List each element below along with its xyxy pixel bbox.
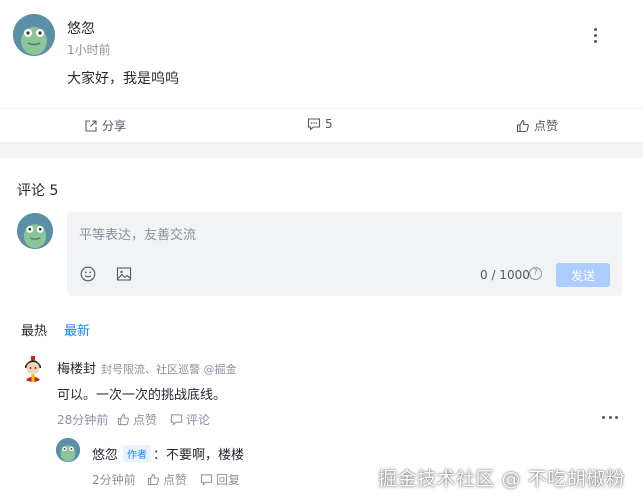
post-card: 悠忽 1小时前 大家好，我是呜呜 分享 5 点赞 [0,0,643,142]
char-counter: 0 / 1000 [480,268,530,282]
comment-icon [200,474,213,486]
commenter-badge: 封号限流、社区巡警 @掘金 [101,363,237,376]
share-button[interactable]: 分享 [84,117,126,134]
post-content: 大家好，我是呜呜 [67,71,179,87]
more-icon[interactable] [602,416,618,420]
section-separator [0,142,643,158]
comment-count: 5 [325,117,333,131]
sort-new-tab[interactable]: 最新 [64,320,90,339]
emoji-icon[interactable] [80,266,96,282]
help-icon[interactable]: ? [529,267,542,280]
commenter-name[interactable]: 梅楼封 [57,358,96,377]
comment-like-label: 点赞 [133,413,158,427]
commenter-avatar[interactable] [19,354,47,382]
like-button[interactable]: 点赞 [516,117,558,134]
like-icon [147,473,159,486]
post-actions: 分享 5 点赞 [0,109,643,142]
comment-button[interactable]: 5 [307,117,333,131]
sort-hot-tab[interactable]: 最热 [21,320,47,339]
watermark: 掘金技术社区 @ 不吃胡椒粉 [378,468,626,490]
comment-text: 可以。一次一次的挑战底线。 [57,388,227,403]
reply-author-name[interactable]: 悠忽 [92,444,118,463]
author-tag: 作者 [123,445,151,462]
comment-reply-label: 评论 [186,413,211,427]
comment-icon [307,118,321,131]
comment-time: 28分钟前 [57,411,108,428]
image-icon[interactable] [116,266,132,282]
reply-text: ：不要啊，楼楼 [153,448,245,463]
comment-input-placeholder[interactable]: 平等表达，友善交流 [79,224,196,243]
like-icon [117,413,129,426]
comment-reply-button[interactable]: 评论 [170,411,210,428]
reply-time: 2分钟前 [92,471,136,488]
comments-title: 评论 5 [17,183,59,199]
share-icon [85,119,97,132]
author-avatar[interactable] [13,14,55,56]
comment-like-button[interactable]: 点赞 [117,411,157,428]
reply-like-button[interactable]: 点赞 [147,471,187,488]
comment-icon [170,414,183,426]
comment-editor[interactable]: 平等表达，友善交流 0 / 1000 ? 发送 [67,212,622,296]
author-name[interactable]: 悠忽 [67,18,95,38]
share-label: 分享 [102,119,127,133]
reply-time-text: 2分钟前 [92,473,136,487]
reply-reply-label: 回复 [216,473,241,487]
reply-reply-button[interactable]: 回复 [200,471,240,488]
post-time: 1小时前 [67,43,111,57]
current-user-avatar [17,213,53,249]
more-icon[interactable] [587,28,603,46]
comment-time-text: 28分钟前 [57,413,109,427]
reply-author-avatar[interactable] [56,438,80,462]
reply-like-label: 点赞 [163,473,188,487]
like-icon [516,119,529,132]
send-button[interactable]: 发送 [556,263,610,287]
like-label: 点赞 [534,119,559,133]
